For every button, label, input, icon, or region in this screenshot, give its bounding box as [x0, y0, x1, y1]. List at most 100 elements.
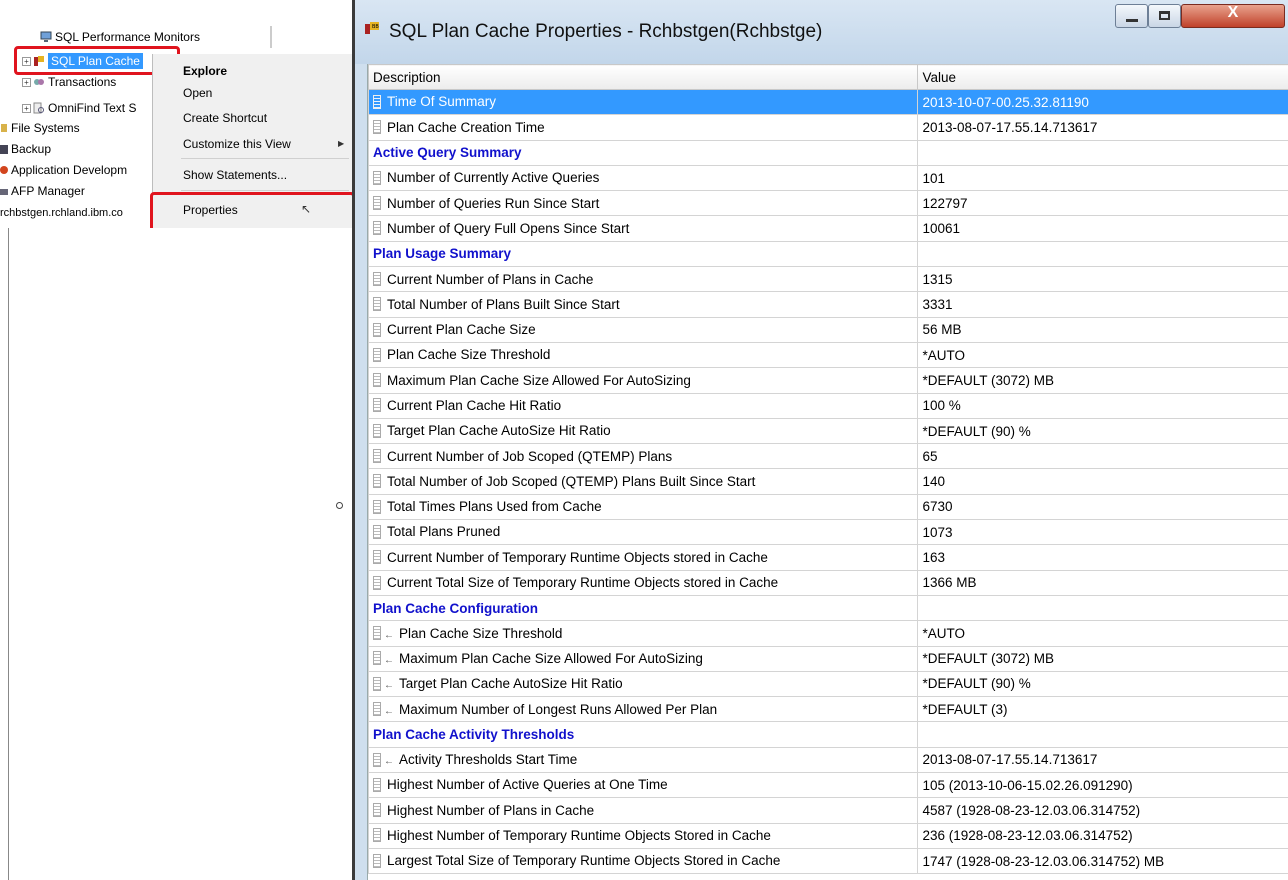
section-row[interactable]: Plan Cache Configuration [367, 594, 1288, 622]
expand-icon[interactable]: + [22, 104, 31, 114]
property-icon [373, 803, 381, 818]
highlight-box [150, 192, 355, 228]
value-cell: 101 [917, 164, 1288, 192]
table-row[interactable]: ← Maximum Plan Cache Size Allowed For Aut… [367, 645, 1288, 672]
close-button[interactable]: X [1181, 4, 1285, 28]
menu-item-open[interactable]: Open [183, 86, 212, 100]
table-row[interactable]: Highest Number of Plans in Cache 4587 (19… [367, 797, 1288, 824]
table-row[interactable]: ← Plan Cache Size Threshold *AUTO [367, 620, 1288, 647]
table-row[interactable]: Total Number of Plans Built Since Start 3… [367, 291, 1288, 318]
property-icon [373, 322, 381, 337]
table-row[interactable]: Current Total Size of Temporary Runtime … [367, 569, 1288, 596]
tree-node-file-systems[interactable]: File Systems [0, 118, 80, 138]
maximize-icon [1159, 11, 1170, 20]
inherited-arrow-icon: ← [384, 629, 394, 641]
table-row[interactable]: Plan Cache Creation Time 2013-08-07-17.55… [367, 114, 1288, 141]
tree-node-system[interactable]: rchbstgen.rchland.ibm.co [0, 206, 123, 220]
description-cell: Highest Number of Active Queries at One … [367, 772, 919, 799]
column-header-description[interactable]: Description [367, 64, 919, 90]
printer-icon [0, 188, 8, 195]
tree-node-afp-manager[interactable]: AFP Manager [0, 181, 85, 201]
property-icon [373, 575, 381, 590]
section-row[interactable]: Plan Cache Activity Thresholds [367, 721, 1288, 748]
table-row[interactable]: Current Number of Plans in Cache 1315 [367, 266, 1288, 293]
description-cell: Largest Total Size of Temporary Runtime … [367, 847, 919, 875]
table-row[interactable]: Number of Queries Run Since Start 122797 [367, 190, 1288, 217]
property-icon [373, 550, 381, 565]
tree-node-label: SQL Performance Monitors [55, 30, 200, 44]
description-text: Activity Thresholds Start Time [399, 752, 578, 768]
description-text: Number of Currently Active Queries [387, 170, 600, 186]
description-cell: Highest Number of Plans in Cache [367, 797, 919, 824]
table-row[interactable]: Target Plan Cache AutoSize Hit Ratio *DEF… [367, 417, 1288, 445]
title-bar[interactable]: BB SQL Plan Cache Properties - Rchbstgen… [355, 0, 1288, 64]
splitter-handle[interactable] [336, 502, 343, 509]
menu-item-create-shortcut[interactable]: Create Shortcut [183, 111, 267, 125]
submenu-arrow-icon: ▶ [338, 139, 345, 148]
table-row[interactable]: Current Plan Cache Size 56 MB [367, 316, 1288, 343]
table-row[interactable]: Maximum Plan Cache Size Allowed For Auto… [367, 367, 1288, 394]
description-text: Highest Number of Temporary Runtime Obje… [387, 828, 771, 844]
table-row[interactable]: ← Maximum Number of Longest Runs Allowed … [367, 696, 1288, 723]
value-cell: 2013-08-07-17.55.14.713617 [917, 746, 1288, 774]
property-icon [373, 94, 381, 109]
table-row[interactable]: Current Plan Cache Hit Ratio 100 % [367, 392, 1288, 419]
description-cell: ← Maximum Plan Cache Size Allowed For Aut… [367, 645, 919, 672]
table-row[interactable]: Highest Number of Active Queries at One … [367, 772, 1288, 799]
table-row[interactable]: Number of Query Full Opens Since Start 10… [367, 215, 1288, 242]
minimize-button[interactable] [1115, 4, 1148, 28]
table-row[interactable]: Time Of Summary 2013-10-07-00.25.32.81190 [367, 88, 1288, 116]
tree-node-application-development[interactable]: Application Developm [0, 160, 127, 180]
table-row[interactable]: Current Number of Job Scoped (QTEMP) Pla… [367, 443, 1288, 470]
description-cell: Current Number of Temporary Runtime Obje… [367, 544, 919, 571]
description-text: Current Plan Cache Hit Ratio [387, 397, 562, 413]
table-row[interactable]: Total Number of Job Scoped (QTEMP) Plans… [367, 468, 1288, 495]
menu-item-explore[interactable]: Explore [183, 64, 227, 78]
value-cell: 1315 [917, 266, 1288, 293]
description-text: Maximum Plan Cache Size Allowed For Auto… [387, 372, 691, 388]
description-text: Current Number of Plans in Cache [387, 271, 594, 287]
property-icon [373, 196, 381, 211]
inherited-arrow-icon: ← [384, 680, 394, 692]
section-row[interactable]: Active Query Summary [367, 139, 1288, 166]
value-cell: *DEFAULT (90) % [917, 670, 1288, 698]
tree-node-sql-performance-monitors[interactable]: SQL Performance Monitors [40, 27, 200, 47]
tree-node-backup[interactable]: Backup [0, 139, 51, 159]
description-cell: Time Of Summary [367, 88, 919, 116]
menu-item-show-statements[interactable]: Show Statements... [183, 168, 287, 182]
column-header-value[interactable]: Value [917, 64, 1288, 90]
menu-item-customize-view[interactable]: Customize this View [183, 137, 291, 151]
table-row[interactable]: Largest Total Size of Temporary Runtime … [367, 847, 1288, 875]
menu-separator [181, 158, 349, 159]
description-cell: Maximum Plan Cache Size Allowed For Auto… [367, 367, 919, 394]
property-icon [373, 347, 381, 362]
table-row[interactable]: Number of Currently Active Queries 101 [367, 164, 1288, 192]
description-text: Current Number of Temporary Runtime Obje… [387, 549, 768, 565]
section-row[interactable]: Plan Usage Summary [367, 240, 1288, 268]
description-cell: Plan Usage Summary [367, 240, 919, 268]
table-row[interactable]: Total Plans Pruned 1073 [367, 519, 1288, 546]
table-row[interactable]: Plan Cache Size Threshold *AUTO [367, 341, 1288, 369]
value-cell: 100 % [917, 392, 1288, 419]
table-row[interactable]: Highest Number of Temporary Runtime Obje… [367, 822, 1288, 849]
expand-icon[interactable]: + [22, 78, 31, 88]
minimize-icon [1126, 19, 1138, 22]
tree-node-transactions[interactable]: + Transactions [22, 75, 116, 89]
description-cell: Target Plan Cache AutoSize Hit Ratio [367, 417, 919, 445]
menu-separator [181, 190, 349, 191]
description-text: Plan Cache Activity Thresholds [373, 727, 575, 743]
description-text: Plan Cache Configuration [373, 600, 539, 616]
table-row[interactable]: ← Activity Thresholds Start Time 2013-08-0… [367, 746, 1288, 774]
inherited-arrow-icon: ← [384, 705, 394, 717]
description-cell: Plan Cache Configuration [367, 594, 919, 622]
table-row[interactable]: Total Times Plans Used from Cache 6730 [367, 493, 1288, 521]
tree-scrollbar[interactable] [270, 26, 272, 48]
tree-node-omnifind[interactable]: + OmniFind Text S [22, 98, 136, 118]
maximize-button[interactable] [1148, 4, 1181, 28]
table-row[interactable]: Current Number of Temporary Runtime Obje… [367, 544, 1288, 571]
table-row[interactable]: ← Target Plan Cache AutoSize Hit Ratio *DE… [367, 670, 1288, 698]
property-icon [373, 524, 381, 539]
description-cell: Active Query Summary [367, 139, 919, 166]
tree-node-label: rchbstgen.rchland.ibm.co [0, 207, 123, 219]
property-icon [373, 373, 381, 388]
